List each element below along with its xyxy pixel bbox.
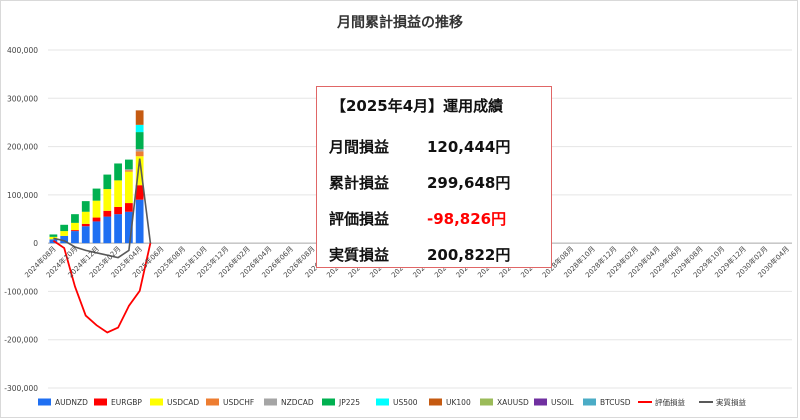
legend-swatch [150,398,163,406]
bar-segment [124,171,133,204]
summary-row-net: 実質損益 200,822円 [329,236,541,272]
bar-segment [71,214,79,223]
bar-segment [60,231,69,236]
bar-segment [81,223,90,227]
legend-label: UK100 [446,398,471,407]
bar-segment [92,200,101,218]
bar-segment [103,210,112,217]
bar-segment [135,199,144,244]
y-tick-label: 400,000 [7,46,38,55]
summary-label: 実質損益 [329,245,390,264]
legend-label: JP225 [338,398,360,407]
summary-row-cumulative: 累計損益 299,648円 [329,164,541,200]
legend-label: 実質損益 [716,397,746,407]
bar-segment [81,226,90,244]
legend-label: BTCUSD [600,398,631,407]
bar-segment [124,159,133,170]
y-tick-label: -200,000 [4,336,38,345]
bar-segment [60,224,69,232]
summary-value-negative: -98,826円 [427,209,507,228]
bar-segment [135,124,144,133]
y-tick-label: -100,000 [4,287,38,296]
y-tick-label: 300,000 [7,94,38,103]
bar-segment [81,201,90,212]
y-tick-label: 200,000 [7,143,38,152]
bar-segment [124,203,133,212]
summary-value: 120,444円 [427,137,511,156]
legend-swatch [322,398,335,406]
summary-value: 200,822円 [427,245,511,264]
bar-segment [135,151,144,157]
bar-segment [92,188,101,201]
summary-title: 【2025年4月】運用成績 [331,97,504,115]
summary-row-monthly: 月間損益 120,444円 [329,128,541,164]
legend-swatch [480,398,493,406]
legend-label: US500 [393,398,418,407]
bar-segment [71,231,79,244]
y-tick-label: 0 [33,239,38,248]
bar-segment [71,222,79,231]
legend-label: AUDNZD [55,398,88,407]
bar-segment [103,216,112,244]
legend-label: XAUUSD [497,398,529,407]
bar-segment [114,180,122,207]
legend-swatch [206,398,219,406]
legend-swatch [376,398,389,406]
summary-row-unrealized: 評価損益 -98,826円 [329,200,541,236]
summary-label: 評価損益 [329,209,390,228]
bar-segment [135,132,144,149]
bar-segment [135,148,144,152]
legend-label: USDCHF [223,398,254,407]
legend-label: USOIL [551,398,574,407]
bar-segment [124,170,133,172]
y-tick-label: 100,000 [7,191,38,200]
legend-label: USDCAD [167,398,199,407]
legend-swatch [264,398,277,406]
bar-segment [81,211,90,224]
bar-segment [103,189,112,211]
legend-swatch [583,398,596,406]
bar-segment [92,221,101,244]
bar-segment [114,214,122,244]
bar-segment [71,230,79,232]
legend-swatch [534,398,547,406]
legend-label: NZDCAD [281,398,314,407]
bar-segment [114,163,122,181]
summary-label: 月間損益 [329,137,390,156]
legend-label: EURGBP [111,398,142,407]
summary-value: 299,648円 [427,173,511,192]
summary-box: 【2025年4月】運用成績 月間損益 120,444円 累計損益 299,648… [316,86,552,268]
legend-swatch [94,398,107,406]
y-tick-label: -300,000 [4,384,38,393]
bar-segment [124,169,133,171]
legend-swatch [38,398,51,406]
bar-segment [114,206,122,215]
bar-segment [92,217,101,222]
bar-segment [103,174,112,190]
legend-label: 評価損益 [655,397,685,407]
legend-swatch [429,398,442,406]
bar-segment [135,110,144,125]
summary-label: 累計損益 [329,173,390,192]
bar-segment [49,234,58,237]
